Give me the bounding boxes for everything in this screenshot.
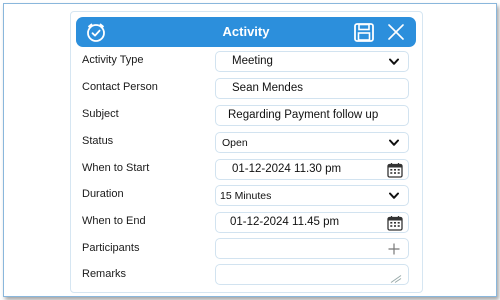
chevron-down-icon <box>389 192 399 199</box>
resize-grip-icon[interactable] <box>390 273 402 283</box>
chevron-down-icon <box>389 139 399 146</box>
when-to-end-field[interactable]: 01-12-2024 11.45 pm <box>215 212 409 233</box>
participants-label: Participants <box>82 242 140 254</box>
calendar-icon[interactable] <box>387 162 403 178</box>
when-to-end-label: When to End <box>82 215 146 227</box>
remarks-label: Remarks <box>82 268 127 280</box>
contact-person-field[interactable]: Sean Mendes <box>215 78 409 99</box>
subject-value: Regarding Payment follow up <box>228 109 379 121</box>
when-to-start-value: 01-12-2024 11.30 pm <box>232 163 342 175</box>
calendar-icon[interactable] <box>387 215 403 231</box>
status-label: Status <box>82 135 114 147</box>
contact-person-label: Contact Person <box>82 81 158 93</box>
duration-label: Duration <box>82 188 124 200</box>
close-icon[interactable] <box>388 24 404 40</box>
when-to-start-label: When to Start <box>82 162 150 174</box>
status-select[interactable]: Open <box>215 132 409 153</box>
plus-icon[interactable] <box>388 243 400 255</box>
subject-label: Subject <box>82 108 119 120</box>
subject-field[interactable]: Regarding Payment follow up <box>215 105 409 126</box>
activity-type-label: Activity Type <box>82 54 144 66</box>
status-value: Open <box>222 137 248 149</box>
duration-value: 15 Minutes <box>220 190 272 202</box>
chevron-down-icon <box>389 58 399 65</box>
contact-person-value: Sean Mendes <box>232 82 303 94</box>
dialog-header: Activity <box>76 17 416 47</box>
activity-type-select[interactable]: Meeting <box>215 51 409 72</box>
activity-type-value: Meeting <box>232 55 273 67</box>
remarks-textarea[interactable] <box>215 264 409 285</box>
when-to-end-value: 01-12-2024 11.45 pm <box>230 216 340 228</box>
duration-select[interactable]: 15 Minutes <box>215 185 409 206</box>
when-to-start-field[interactable]: 01-12-2024 11.30 pm <box>215 159 409 180</box>
save-icon[interactable] <box>354 23 374 42</box>
participants-field[interactable] <box>215 238 409 259</box>
